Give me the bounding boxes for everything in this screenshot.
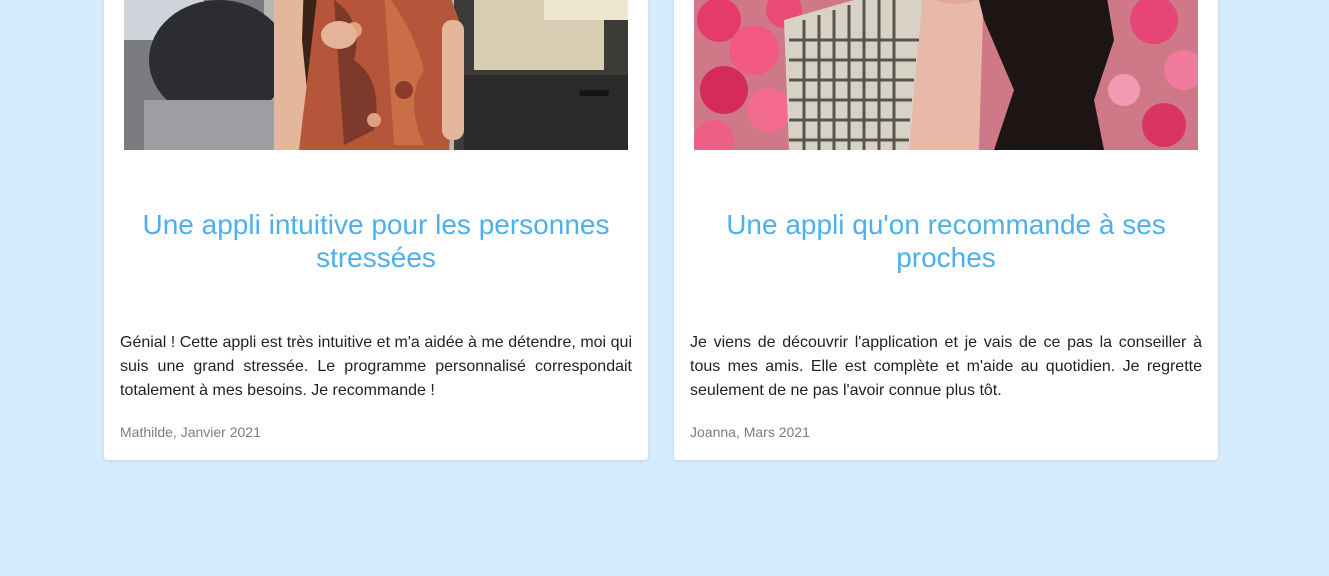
testimonial-author: Mathilde, Janvier 2021: [120, 424, 261, 440]
testimonial-title: Une appli qu'on recommande à ses proches: [726, 209, 1166, 273]
testimonial-text: Je viens de découvrir l'application et j…: [690, 334, 1202, 399]
testimonial-card: Une appli intuitive pour les personnes s…: [104, 0, 648, 460]
testimonial-author: Joanna, Mars 2021: [690, 424, 810, 440]
testimonial-photo: [694, 0, 1198, 150]
testimonial-text: Génial ! Cette appli est très intuitive …: [120, 334, 632, 399]
testimonial-card: Une appli qu'on recommande à ses proches…: [674, 0, 1218, 460]
testimonial-photo: [124, 0, 628, 150]
testimonial-title: Une appli intuitive pour les personnes s…: [142, 209, 610, 273]
